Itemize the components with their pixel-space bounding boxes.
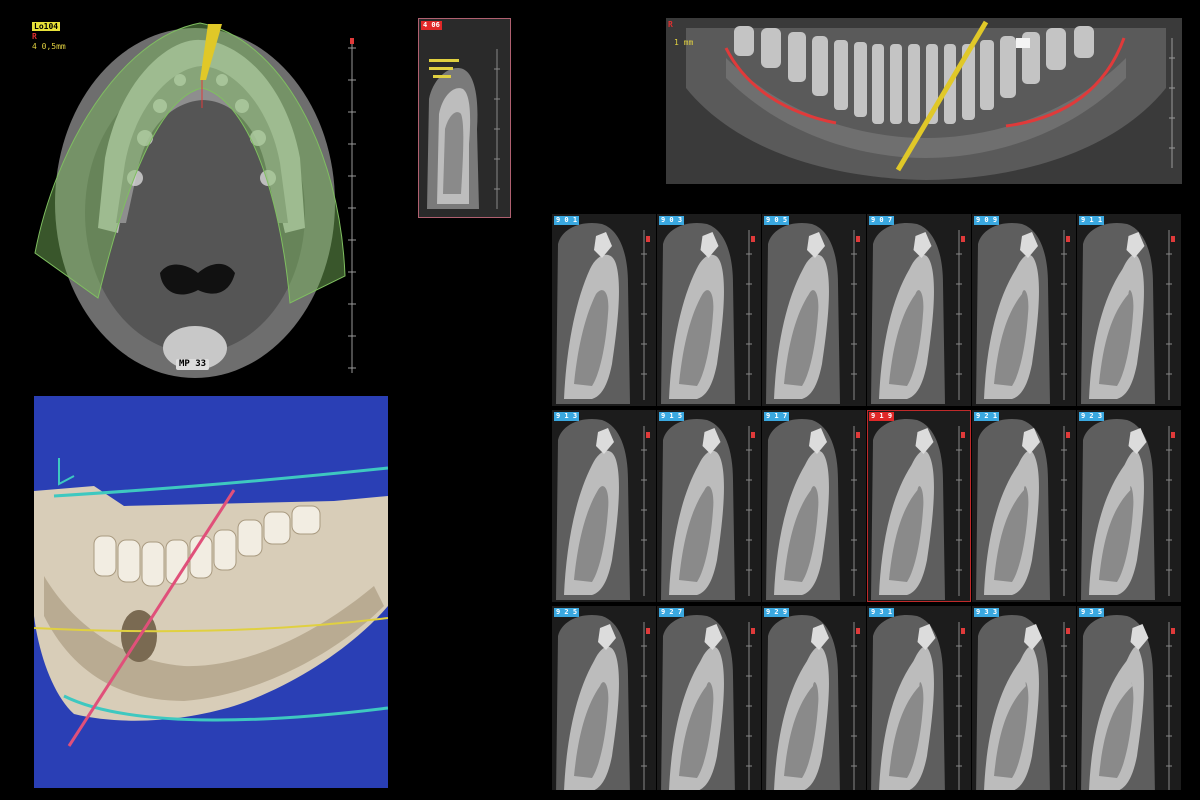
cross-section-badge: 9 0 5 — [764, 216, 790, 225]
panoramic-view[interactable]: R 1 mm — [666, 18, 1182, 184]
cross-section-badge: 9 1 3 — [554, 412, 580, 421]
cross-section-cell[interactable]: 9 2 1 — [972, 410, 1076, 602]
cross-section-image — [972, 214, 1076, 406]
cross-section-cell[interactable]: 9 2 9 — [762, 606, 866, 790]
axial-slice-image — [34, 22, 356, 378]
cross-section-image — [1077, 214, 1181, 406]
cross-section-image — [867, 606, 971, 790]
cross-section-badge: 9 2 1 — [974, 412, 1000, 421]
cross-section-cell[interactable]: 9 0 9 — [972, 214, 1076, 406]
cross-section-cell[interactable]: 9 3 1 — [867, 606, 971, 790]
cross-section-badge: 9 2 9 — [764, 608, 790, 617]
cross-section-cell[interactable]: 9 1 9 — [867, 410, 971, 602]
cross-section-grid: 9 0 1 9 0 3 9 0 5 9 0 7 9 0 9 9 1 1 9 1 3 9 1 5… — [552, 214, 1182, 790]
cross-section-badge: 9 3 3 — [974, 608, 1000, 617]
cross-section-image — [867, 410, 971, 602]
cross-section-cell[interactable]: 9 0 3 — [657, 214, 761, 406]
cross-section-cell[interactable]: 9 0 7 — [867, 214, 971, 406]
cross-section-cell[interactable]: 9 1 5 — [657, 410, 761, 602]
cross-section-image — [657, 214, 761, 406]
cross-section-badge: 9 2 5 — [554, 608, 580, 617]
cross-section-image — [762, 214, 866, 406]
cross-section-badge: 9 1 9 — [869, 412, 895, 421]
panoramic-side-marker: R — [668, 20, 673, 29]
cross-section-badge: 9 0 7 — [869, 216, 895, 225]
cross-section-badge: 9 3 1 — [869, 608, 895, 617]
oblique-view[interactable]: 4 06 — [418, 18, 511, 218]
cross-section-badge: 9 0 3 — [659, 216, 685, 225]
panoramic-scale-label: 1 mm — [674, 38, 694, 47]
mpr-badge[interactable]: MP 33 — [176, 359, 210, 370]
cross-section-badge: 9 1 5 — [659, 412, 685, 421]
oblique-badge: 4 06 — [421, 21, 442, 30]
volume-render-view[interactable] — [34, 396, 388, 788]
cross-section-cell[interactable]: 9 0 1 — [552, 214, 656, 406]
cross-section-badge: 9 1 1 — [1079, 216, 1105, 225]
cross-section-badge: 9 0 1 — [554, 216, 580, 225]
cross-section-badge: 9 2 3 — [1079, 412, 1105, 421]
cross-section-cell[interactable]: 9 1 7 — [762, 410, 866, 602]
cross-section-image — [972, 606, 1076, 790]
cross-section-cell[interactable]: 9 2 5 — [552, 606, 656, 790]
cross-section-cell[interactable]: 9 3 5 — [1077, 606, 1181, 790]
oblique-slice-image — [419, 19, 510, 217]
axial-thickness-label: 4 0,5mm — [32, 42, 66, 51]
cross-section-cell[interactable]: 9 3 3 — [972, 606, 1076, 790]
cross-section-cell[interactable]: 9 1 1 — [1077, 214, 1181, 406]
cross-section-badge: 9 3 5 — [1079, 608, 1105, 617]
mandible-3d-image — [34, 396, 388, 788]
panoramic-image — [666, 18, 1182, 184]
cross-section-badge: 9 2 7 — [659, 608, 685, 617]
cross-section-image — [552, 606, 656, 790]
axial-view[interactable]: Lo104 R 4 0,5mm MP 33 — [30, 18, 365, 378]
cross-section-image — [552, 214, 656, 406]
cross-section-image — [657, 606, 761, 790]
cross-section-image — [1077, 410, 1181, 602]
cross-section-image — [762, 410, 866, 602]
cross-section-cell[interactable]: 9 2 3 — [1077, 410, 1181, 602]
cross-section-image — [552, 410, 656, 602]
cross-section-cell[interactable]: 9 1 3 — [552, 410, 656, 602]
axial-tag-label: Lo104 — [32, 22, 61, 31]
cross-section-image — [1077, 606, 1181, 790]
cross-section-image — [657, 410, 761, 602]
axial-side-marker: R — [32, 32, 37, 41]
cross-section-image — [972, 410, 1076, 602]
cross-section-badge: 9 1 7 — [764, 412, 790, 421]
cross-section-image — [762, 606, 866, 790]
cross-section-badge: 9 0 9 — [974, 216, 1000, 225]
cross-section-cell[interactable]: 9 0 5 — [762, 214, 866, 406]
cross-section-image — [867, 214, 971, 406]
cross-section-cell[interactable]: 9 2 7 — [657, 606, 761, 790]
